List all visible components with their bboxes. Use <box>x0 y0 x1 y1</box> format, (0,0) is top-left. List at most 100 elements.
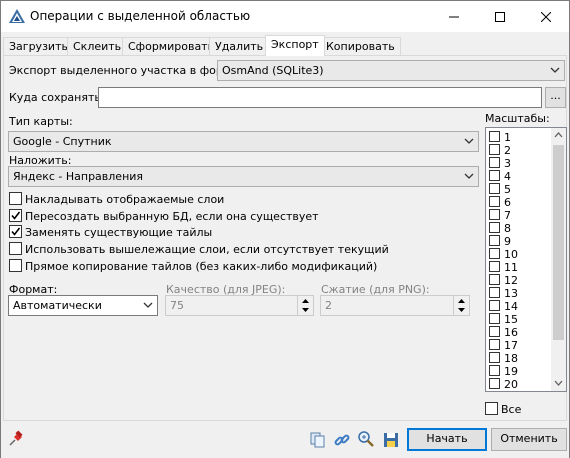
checkbox[interactable] <box>489 378 500 389</box>
footer-bar: Начать Отменить <box>1 422 569 458</box>
checkbox[interactable] <box>489 339 500 350</box>
image-format-select[interactable]: Автоматически <box>8 295 158 316</box>
jpeg-quality-spinner[interactable]: 75 <box>165 295 314 316</box>
save-path-label: Куда сохранять: <box>9 91 105 104</box>
checkbox[interactable] <box>489 170 500 181</box>
png-compression-spinner[interactable]: 2 <box>320 295 470 316</box>
scale-label: 14 <box>504 300 518 313</box>
option-overlay-visible-layers[interactable]: Накладывать отображаемые слои <box>9 192 224 206</box>
scale-item[interactable]: 17 <box>489 339 518 352</box>
dialog-window: Операции с выделенной областью Загрузить… <box>0 0 570 458</box>
scale-item[interactable]: 20 <box>489 378 518 391</box>
checkbox[interactable] <box>489 209 500 220</box>
scale-item[interactable]: 1 <box>489 131 511 144</box>
scales-list[interactable]: 1 2 3 4 5 6 7 8 9 10 11 12 13 14 15 16 1… <box>485 127 567 392</box>
chevron-down-icon <box>464 173 474 179</box>
option-use-upper-layers[interactable]: Использовать вышележащие слои, если отсу… <box>9 242 389 256</box>
checkbox[interactable] <box>9 259 22 272</box>
checkbox[interactable] <box>489 261 500 272</box>
spinner-buttons <box>453 296 469 315</box>
checkbox[interactable] <box>489 248 500 259</box>
title-bar: Операции с выделенной областью <box>1 1 569 32</box>
checkbox[interactable] <box>489 144 500 155</box>
spin-up-button[interactable] <box>454 296 469 305</box>
checkbox[interactable] <box>489 326 500 337</box>
scale-item[interactable]: 18 <box>489 352 518 365</box>
option-recreate-db[interactable]: Пересоздать выбранную БД, если она сущес… <box>9 209 319 223</box>
checkbox[interactable] <box>489 157 500 168</box>
start-button[interactable]: Начать <box>407 428 487 451</box>
checkbox[interactable] <box>489 300 500 311</box>
checkbox[interactable] <box>9 225 22 238</box>
spin-down-button[interactable] <box>454 305 469 314</box>
scale-item[interactable]: 9 <box>489 235 511 248</box>
checkbox[interactable] <box>9 209 22 222</box>
maximize-button[interactable] <box>477 1 523 32</box>
copy-icon[interactable] <box>309 431 327 449</box>
scales-select-all[interactable]: Все <box>485 402 521 416</box>
checkbox[interactable] <box>9 242 22 255</box>
chevron-down-icon <box>143 302 153 308</box>
tab-export[interactable]: Экспорт <box>265 35 325 56</box>
scale-item[interactable]: 19 <box>489 365 518 378</box>
scale-label: 1 <box>504 131 511 144</box>
export-format-label: Экспорт выделенного участка в формат <box>9 64 245 77</box>
scale-item[interactable]: 8 <box>489 222 511 235</box>
scale-item[interactable]: 7 <box>489 209 511 222</box>
checkbox[interactable] <box>489 365 500 376</box>
scale-item[interactable]: 3 <box>489 157 511 170</box>
checkbox[interactable] <box>489 274 500 285</box>
tab-merge[interactable]: Склеить <box>67 37 128 56</box>
checkbox[interactable] <box>489 313 500 324</box>
checkbox[interactable] <box>489 287 500 298</box>
scale-item[interactable]: 4 <box>489 170 511 183</box>
scale-label: 3 <box>504 157 511 170</box>
scrollbar-thumb[interactable] <box>553 145 564 340</box>
option-direct-copy[interactable]: Прямое копирование тайлов (без каких-либ… <box>9 259 377 273</box>
cancel-button[interactable]: Отменить <box>491 428 567 451</box>
save-icon[interactable] <box>382 431 400 449</box>
pin-icon[interactable] <box>7 430 25 448</box>
scale-item[interactable]: 11 <box>489 261 518 274</box>
tab-delete[interactable]: Удалить <box>209 37 270 56</box>
scale-label: 20 <box>504 378 518 391</box>
export-format-select[interactable]: OsmAnd (SQLite3) <box>217 60 565 81</box>
browse-button[interactable]: ... <box>545 87 566 108</box>
checkbox[interactable] <box>489 131 500 142</box>
save-path-input[interactable] <box>98 87 542 108</box>
scale-item[interactable]: 12 <box>489 274 518 287</box>
checkbox[interactable] <box>489 235 500 246</box>
scroll-down-icon[interactable] <box>554 380 563 386</box>
triangle-up-icon <box>458 298 465 303</box>
overlay-select[interactable]: Яндекс - Направления <box>8 166 479 187</box>
scale-item[interactable]: 6 <box>489 196 511 209</box>
scales-scrollbar[interactable] <box>551 128 566 391</box>
scale-item[interactable]: 10 <box>489 248 518 261</box>
scale-item[interactable]: 2 <box>489 144 511 157</box>
tab-copy[interactable]: Копировать <box>320 37 401 56</box>
checkbox[interactable] <box>489 183 500 194</box>
checkbox[interactable] <box>489 196 500 207</box>
checkbox[interactable] <box>485 402 498 415</box>
zoom-icon[interactable] <box>357 430 375 448</box>
link-icon[interactable] <box>333 431 351 449</box>
scale-item[interactable]: 13 <box>489 287 518 300</box>
scale-item[interactable]: 15 <box>489 313 518 326</box>
tab-load[interactable]: Загрузить <box>3 37 74 56</box>
option-replace-tiles[interactable]: Заменять существующие тайлы <box>9 225 212 239</box>
checkbox[interactable] <box>489 222 500 233</box>
minimize-icon <box>449 16 459 17</box>
scale-item[interactable]: 14 <box>489 300 518 313</box>
checkbox[interactable] <box>489 352 500 363</box>
scale-item[interactable]: 16 <box>489 326 518 339</box>
scale-item[interactable]: 5 <box>489 183 511 196</box>
tab-generate[interactable]: Сформировать <box>122 37 221 56</box>
spin-down-button[interactable] <box>298 305 313 314</box>
scroll-up-icon[interactable] <box>554 132 563 138</box>
map-type-select[interactable]: Google - Спутник <box>8 131 479 152</box>
close-button[interactable] <box>523 1 569 32</box>
checkbox[interactable] <box>9 192 22 205</box>
minimize-button[interactable] <box>431 1 477 32</box>
spin-up-button[interactable] <box>298 296 313 305</box>
scale-label: 9 <box>504 235 511 248</box>
